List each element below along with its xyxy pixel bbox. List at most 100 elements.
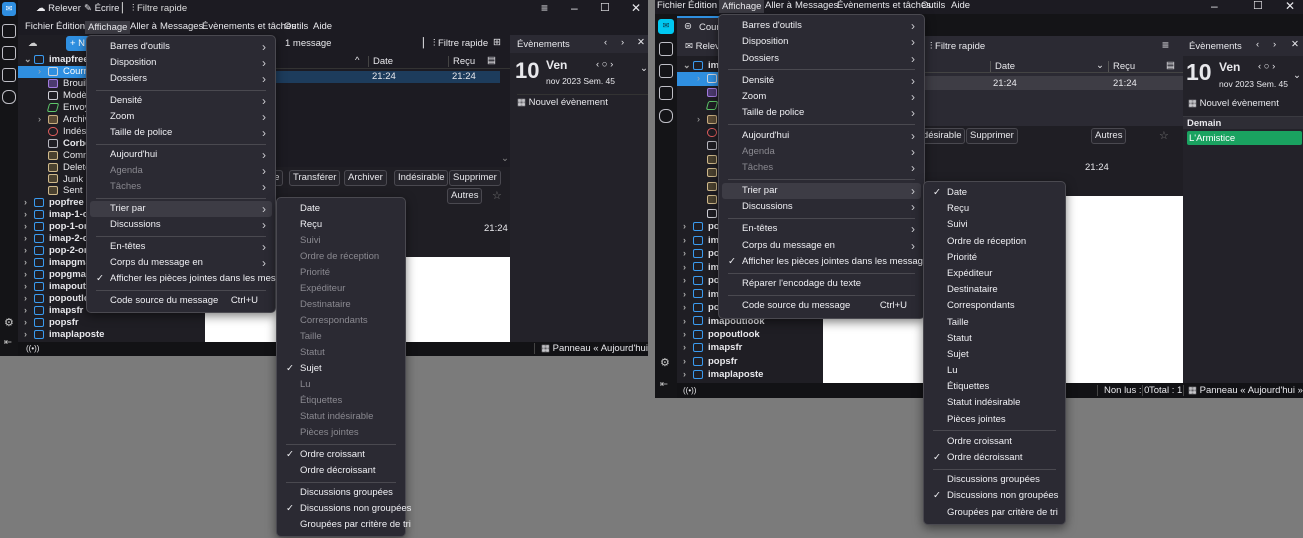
star-icon[interactable]: ☆ — [492, 189, 502, 202]
menubar-messages[interactable]: Messages — [160, 21, 203, 32]
menu-item-taille[interactable]: Taille — [927, 315, 1062, 331]
chevron-right-icon[interactable]: › — [24, 317, 27, 329]
menu-item-taille-de-police[interactable]: Taille de police › — [722, 105, 921, 121]
app-menu-icon[interactable]: ≡ — [541, 1, 548, 15]
menu-item-barres-d-outils[interactable]: Barres d'outils › — [722, 18, 921, 34]
header-button-supprimer[interactable]: Supprimer — [449, 170, 501, 186]
menu-item-statut[interactable]: Statut — [927, 331, 1062, 347]
star-icon[interactable]: ☆ — [1159, 129, 1169, 142]
menu-item-afficher-les-pieces-jointes-dans-les-messages[interactable]: ✓ Afficher les pièces jointes dans les me… — [90, 271, 301, 287]
collapse-spaces-icon[interactable]: ⇤ — [4, 337, 12, 348]
chevron-right-icon[interactable]: › — [24, 245, 27, 257]
chevron-right-icon[interactable]: › — [24, 269, 27, 281]
chevron-right-icon[interactable]: › — [697, 113, 700, 126]
online-status-icon[interactable]: ((•)) — [26, 344, 39, 353]
menu-item-discussions[interactable]: Discussions › — [722, 199, 921, 215]
menu-item-ordre-croissant[interactable]: ✓ Ordre croissant — [280, 447, 402, 463]
menu-item-afficher-les-pieces-jointes-dans-les-messages[interactable]: ✓ Afficher les pièces jointes dans les me… — [722, 254, 933, 270]
chevron-down-icon[interactable]: ⌄ — [24, 54, 32, 66]
menu-item-pieces-jointes[interactable]: Pièces jointes — [927, 412, 1062, 428]
chevron-right-icon[interactable]: › — [24, 221, 27, 233]
minimize-icon[interactable]: – — [571, 1, 578, 15]
settings-gear-icon[interactable]: ⚙ — [4, 316, 14, 329]
menu-item-ordre-decroissant[interactable]: ✓ Ordre décroissant — [927, 450, 1062, 466]
chevron-right-icon[interactable]: › — [697, 72, 700, 85]
chevron-right-icon[interactable]: › — [24, 209, 27, 221]
chevron-right-icon[interactable]: › — [683, 274, 686, 287]
chevron-right-icon[interactable]: › — [683, 261, 686, 274]
menu-item-discussions-groupees[interactable]: Discussions groupées — [280, 485, 402, 501]
chevron-right-icon[interactable]: › — [38, 114, 41, 126]
menu-item-date[interactable]: ✓ Date — [927, 185, 1062, 201]
quick-filter-toolbar-button[interactable]: ▏ ⫶ Filtre rapide — [122, 3, 187, 14]
folder-imaplaposte[interactable]: › imaplaposte — [18, 329, 205, 341]
tasks-icon[interactable] — [659, 86, 673, 100]
menubar-aide[interactable]: Aide — [951, 0, 970, 11]
chevron-right-icon[interactable]: › — [24, 281, 27, 293]
close-pane-icon[interactable]: ✕ — [1291, 39, 1299, 50]
next-icon[interactable]: › — [1273, 39, 1276, 50]
chevron-right-icon[interactable]: › — [683, 234, 686, 247]
maximize-icon[interactable]: ☐ — [1253, 0, 1263, 12]
menu-item-correspondants[interactable]: Correspondants — [927, 298, 1062, 314]
get-mail-button[interactable]: ✉ Relev — [685, 41, 720, 52]
menu-item-taille-de-police[interactable]: Taille de police › — [90, 125, 272, 141]
new-event-button[interactable]: ▦ Nouvel évènement — [1188, 98, 1279, 109]
menu-item-densite[interactable]: Densité › — [90, 93, 272, 109]
mail-space-icon[interactable]: ✉ — [2, 2, 16, 16]
menu-item-disposition[interactable]: Disposition › — [722, 34, 921, 50]
menu-item-suivi[interactable]: Suivi — [927, 217, 1062, 233]
menubar-evenements-et-taches[interactable]: Évènements et tâches — [202, 21, 296, 32]
menubar-evenements-et-taches[interactable]: Évènements et tâches — [837, 0, 931, 11]
column-received[interactable]: Reçu — [448, 56, 475, 67]
menubar-affichage[interactable]: Affichage — [85, 21, 131, 34]
chevron-right-icon[interactable]: › — [24, 329, 27, 341]
chevron-right-icon[interactable]: › — [683, 355, 686, 368]
column-picker-icon[interactable]: ▤ — [1166, 60, 1175, 71]
agenda-event[interactable]: L'Armistice — [1187, 131, 1302, 145]
chevron-down-icon[interactable]: ⌄ — [683, 59, 691, 72]
menu-item-date[interactable]: Date — [280, 201, 402, 217]
menu-item-ordre-croissant[interactable]: Ordre croissant — [927, 434, 1062, 450]
menu-item-groupees-par-critere-de-tri[interactable]: Groupées par critère de tri — [927, 505, 1062, 521]
calendar-icon[interactable] — [659, 64, 673, 78]
menubar-messages[interactable]: Messages — [795, 0, 838, 11]
minimize-icon[interactable]: – — [1211, 0, 1218, 13]
menu-item-recu[interactable]: Reçu — [280, 217, 402, 233]
menu-item-lu[interactable]: Lu — [927, 363, 1062, 379]
menu-item-discussions-groupees[interactable]: Discussions groupées — [927, 472, 1062, 488]
column-date[interactable]: Date — [368, 56, 393, 67]
menu-item-code-source-du-message[interactable]: Code source du message Ctrl+U — [722, 298, 921, 314]
header-button-archiver[interactable]: Archiver — [344, 170, 387, 186]
menu-item-dossiers[interactable]: Dossiers › — [90, 71, 272, 87]
chevron-right-icon[interactable]: › — [683, 315, 686, 328]
menubar-affichage[interactable]: Affichage — [719, 0, 765, 13]
more-button[interactable]: Autres — [447, 188, 483, 204]
prev-icon[interactable]: ‹ — [1256, 39, 1259, 50]
close-pane-icon[interactable]: ✕ — [637, 37, 645, 48]
close-window-icon[interactable]: ✕ — [1285, 0, 1295, 13]
menu-item-statut-indesirable[interactable]: Statut indésirable — [927, 395, 1062, 411]
menu-item-trier-par[interactable]: Trier par › — [90, 201, 272, 217]
menu-item-en-tetes[interactable]: En-têtes › — [90, 239, 272, 255]
chevron-right-icon[interactable]: › — [683, 247, 686, 260]
header-button-transferer[interactable]: Transférer — [289, 170, 341, 186]
menu-item-priorite[interactable]: Priorité — [927, 250, 1062, 266]
collapse-spaces-icon[interactable]: ⇤ — [660, 379, 668, 390]
column-received[interactable]: Reçu — [1108, 61, 1135, 72]
chevron-right-icon[interactable]: › — [683, 288, 686, 301]
menubar-fichier[interactable]: Fichier — [657, 0, 686, 11]
folder-imaplaposte[interactable]: › imaplaposte — [677, 368, 823, 381]
day-nav[interactable]: ‹ ○ › — [596, 59, 613, 70]
today-pane-toggle[interactable]: ▦ Panneau « Aujourd'hui » ⌄ — [1183, 385, 1303, 396]
menu-item-ordre-de-reception[interactable]: Ordre de réception — [927, 234, 1062, 250]
expand-icon[interactable]: ⌄ — [640, 63, 648, 74]
menu-item-recu[interactable]: Reçu — [927, 201, 1062, 217]
menubar-aller-a[interactable]: Aller à — [765, 0, 792, 11]
chevron-right-icon[interactable]: › — [683, 341, 686, 354]
chevron-right-icon[interactable]: › — [683, 368, 686, 381]
more-button[interactable]: Autres — [1091, 128, 1127, 144]
calendar-icon[interactable] — [2, 46, 16, 60]
folder-imapsfr[interactable]: › imapsfr — [677, 341, 823, 354]
chevron-right-icon[interactable]: › — [38, 66, 41, 78]
